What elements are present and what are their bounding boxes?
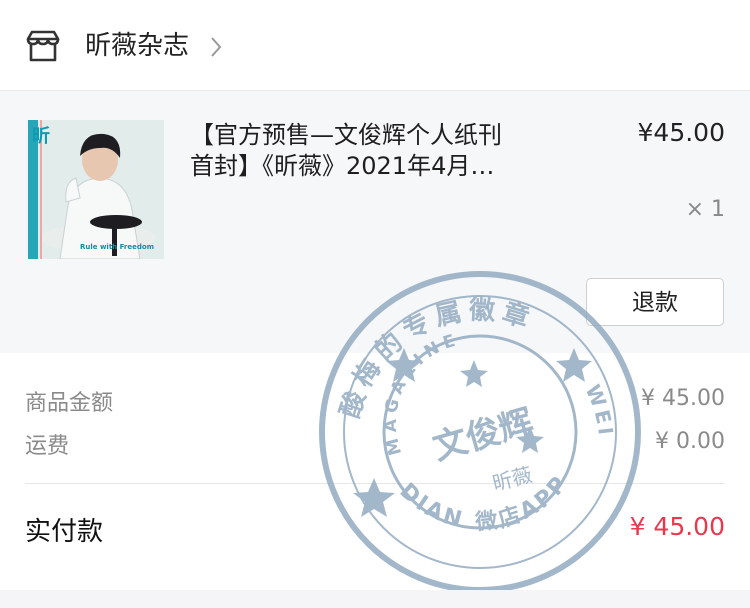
total-paid-value: ¥ 45.00 [629,512,725,541]
page-footer-spacer [0,590,750,608]
product-price: ¥45.00 [637,118,725,147]
product-title-line: 【官方预售—文俊辉个人纸刊 [190,121,502,149]
goods-amount-label: 商品金额 [25,391,114,416]
store-icon [25,29,61,63]
total-paid-label: 实付款 [25,517,104,547]
refund-button[interactable]: 退款 [586,278,724,326]
shop-header[interactable]: 昕薇杂志 [0,0,750,91]
product-quantity: × 1 [685,197,725,222]
product-cover-image[interactable]: 昕 Rule with Freedom [28,120,164,259]
shop-name[interactable]: 昕薇杂志 [85,26,189,66]
cover-masthead: 昕 [32,126,50,147]
goods-amount-value: ¥ 45.00 [641,386,725,411]
order-summary: 商品金额 ¥ 45.00 运费 ¥ 0.00 实付款 ¥ 45.00 [0,353,750,590]
shipping-value: ¥ 0.00 [655,429,725,454]
product-title-line: 首封】《昕薇》2021年4月… [190,152,495,180]
divider [25,483,725,484]
cover-caption: Rule with Freedom [80,243,154,251]
chevron-right-icon[interactable] [209,36,223,58]
product-title[interactable]: 【官方预售—文俊辉个人纸刊 首封】《昕薇》2021年4月… [190,120,590,182]
shipping-label: 运费 [25,434,70,459]
